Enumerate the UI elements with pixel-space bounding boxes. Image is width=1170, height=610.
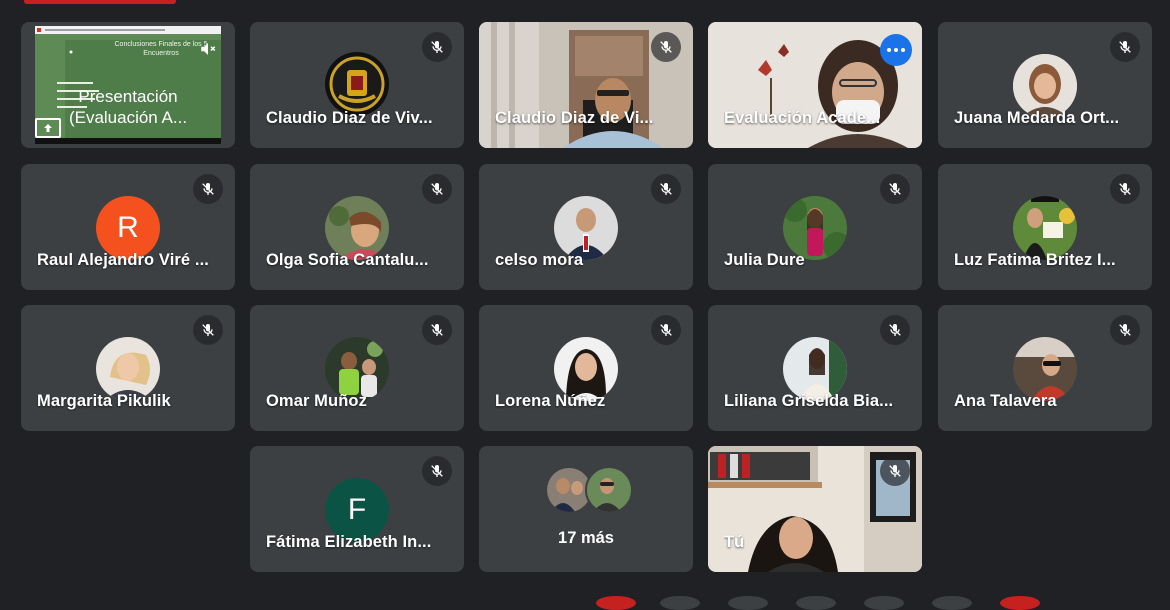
top-accent-bar bbox=[24, 0, 176, 4]
mic-off-icon bbox=[651, 174, 681, 204]
participant-tile[interactable]: Claudio Diaz de Vi... bbox=[479, 22, 693, 148]
participant-name: Olga Sofia Cantalu... bbox=[266, 251, 429, 269]
self-tile[interactable]: Tú bbox=[708, 446, 922, 572]
self-name: Tú bbox=[724, 533, 745, 551]
mic-off-icon bbox=[1110, 315, 1140, 345]
participant-tile[interactable]: Luz Fatima Britez I... bbox=[938, 164, 1152, 290]
more-options-button[interactable] bbox=[880, 34, 912, 66]
participant-name: Julia Dure bbox=[724, 251, 805, 269]
toolbar-button-partial[interactable] bbox=[728, 596, 768, 610]
toolbar-button-partial[interactable] bbox=[596, 596, 636, 610]
participant-name: Fátima Elizabeth In... bbox=[266, 533, 432, 551]
avatar bbox=[585, 466, 633, 514]
participant-tile[interactable]: Lorena Núñez bbox=[479, 305, 693, 431]
participant-name: Margarita Pikulik bbox=[37, 392, 171, 410]
mic-off-icon bbox=[651, 315, 681, 345]
participant-name: celso mora bbox=[495, 251, 584, 269]
participant-tile[interactable]: Ana Talavera bbox=[938, 305, 1152, 431]
participant-tile[interactable]: F Fátima Elizabeth In... bbox=[250, 446, 464, 572]
participant-tile[interactable]: R Raul Alejandro Viré ... bbox=[21, 164, 235, 290]
participant-name: Claudio Diaz de Vi... bbox=[495, 109, 654, 127]
participant-tile[interactable]: Liliana Griselda Bia... bbox=[708, 305, 922, 431]
participant-tile[interactable]: Margarita Pikulik bbox=[21, 305, 235, 431]
participant-tile[interactable]: Claudio Diaz de Viv... bbox=[250, 22, 464, 148]
avatar bbox=[325, 52, 389, 116]
participant-name: Claudio Diaz de Viv... bbox=[266, 109, 433, 127]
participant-tile[interactable]: Julia Dure bbox=[708, 164, 922, 290]
mic-off-icon bbox=[422, 315, 452, 345]
mic-off-icon bbox=[422, 32, 452, 62]
toolbar-button-partial[interactable] bbox=[1000, 596, 1040, 610]
participant-tile[interactable]: celso mora bbox=[479, 164, 693, 290]
mic-off-icon bbox=[880, 174, 910, 204]
mic-off-icon bbox=[422, 456, 452, 486]
mic-off-icon bbox=[880, 315, 910, 345]
volume-off-icon bbox=[193, 34, 223, 64]
toolbar-button-partial[interactable] bbox=[660, 596, 700, 610]
participant-tile[interactable]: Olga Sofia Cantalu... bbox=[250, 164, 464, 290]
presentation-title-line1: Presentación bbox=[78, 87, 178, 106]
more-participants-count: 17 más bbox=[558, 529, 614, 547]
toolbar-button-partial[interactable] bbox=[932, 596, 972, 610]
participant-name: Evaluación Acade... bbox=[724, 109, 881, 127]
participant-name: Lorena Núñez bbox=[495, 392, 606, 410]
mic-off-icon bbox=[422, 174, 452, 204]
mic-off-icon bbox=[651, 32, 681, 62]
participant-tile[interactable]: Juana Medarda Ort... bbox=[938, 22, 1152, 148]
toolbar-button-partial[interactable] bbox=[864, 596, 904, 610]
participant-name: Ana Talavera bbox=[954, 392, 1057, 410]
mic-off-icon bbox=[880, 456, 910, 486]
present-screen-icon bbox=[35, 118, 61, 138]
toolbar-button-partial[interactable] bbox=[796, 596, 836, 610]
presentation-title-line2: (Evaluación A... bbox=[68, 108, 188, 127]
participant-name: Juana Medarda Ort... bbox=[954, 109, 1120, 127]
more-participants-tile[interactable]: 17 más bbox=[479, 446, 693, 572]
participant-name: Omar Muñoz bbox=[266, 392, 367, 410]
participant-tile-active[interactable]: Evaluación Acade... bbox=[708, 22, 922, 148]
mic-off-icon bbox=[1110, 174, 1140, 204]
participant-tile[interactable]: Omar Muñoz bbox=[250, 305, 464, 431]
presentation-tile[interactable]: Conclusiones Finales de los 5 Encuentros… bbox=[21, 22, 235, 148]
participant-name: Luz Fatima Britez I... bbox=[954, 251, 1116, 269]
participant-name: Liliana Griselda Bia... bbox=[724, 392, 894, 410]
mic-off-icon bbox=[193, 174, 223, 204]
presentation-title: Presentación (Evaluación A... bbox=[35, 86, 221, 128]
participant-name: Raul Alejandro Viré ... bbox=[37, 251, 209, 269]
mic-off-icon bbox=[1110, 32, 1140, 62]
mic-off-icon bbox=[193, 315, 223, 345]
